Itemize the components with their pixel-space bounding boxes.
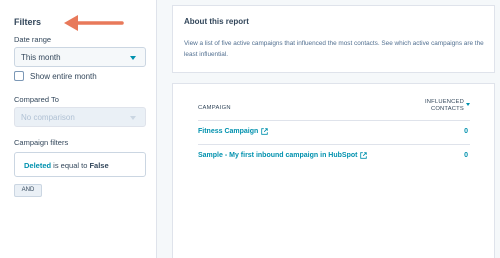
filter-value: False (89, 161, 109, 170)
filters-sidebar: Filters Date range This month Show entir… (0, 0, 157, 258)
campaign-table-card: CAMPAIGN INFLUENCED CONTACTS Fitness Cam… (172, 83, 495, 258)
filter-operator: is equal to (51, 161, 90, 170)
and-button[interactable]: AND (14, 184, 42, 197)
date-range-value: This month (21, 53, 61, 62)
external-link-icon (261, 128, 269, 135)
date-range-select[interactable]: This month (14, 47, 146, 67)
campaign-filter-rule[interactable]: Deleted is equal to False (14, 152, 146, 177)
header-divider (198, 120, 470, 121)
show-entire-month-checkbox[interactable] (14, 71, 24, 81)
campaign-filters-label: Campaign filters (14, 138, 69, 147)
show-entire-month-toggle[interactable]: Show entire month (14, 71, 97, 81)
about-description: View a list of five active campaigns tha… (184, 40, 484, 58)
compared-to-placeholder: No comparison (21, 113, 75, 122)
chevron-down-icon (130, 56, 136, 60)
campaign-link-fitness[interactable]: Fitness Campaign (198, 128, 269, 135)
column-header-influenced-line1: INFLUENCED (424, 99, 464, 105)
chevron-down-icon (130, 116, 136, 120)
influenced-count: 0 (464, 128, 468, 135)
influenced-count: 0 (464, 152, 468, 159)
campaign-name[interactable]: Sample - My first inbound campaign in Hu… (198, 152, 357, 159)
campaign-link-sample[interactable]: Sample - My first inbound campaign in Hu… (198, 152, 368, 159)
filters-title: Filters (14, 17, 42, 27)
campaign-name[interactable]: Fitness Campaign (198, 128, 258, 135)
column-header-influenced-contacts[interactable]: INFLUENCED CONTACTS (425, 99, 464, 113)
filter-property[interactable]: Deleted (24, 161, 51, 170)
about-title: About this report (184, 17, 249, 26)
arrow-left-icon (64, 15, 124, 31)
column-header-influenced-line2: CONTACTS (430, 106, 464, 112)
compared-to-label: Compared To (14, 95, 59, 104)
show-entire-month-label: Show entire month (30, 71, 97, 81)
external-link-icon (360, 152, 368, 159)
about-report-card: About this report View a list of five ac… (172, 5, 495, 73)
date-range-label: Date range (14, 35, 52, 44)
row-divider (198, 144, 470, 145)
sort-down-icon[interactable] (466, 103, 470, 106)
compared-to-select: No comparison (14, 107, 146, 127)
column-header-campaign[interactable]: CAMPAIGN (198, 105, 231, 111)
